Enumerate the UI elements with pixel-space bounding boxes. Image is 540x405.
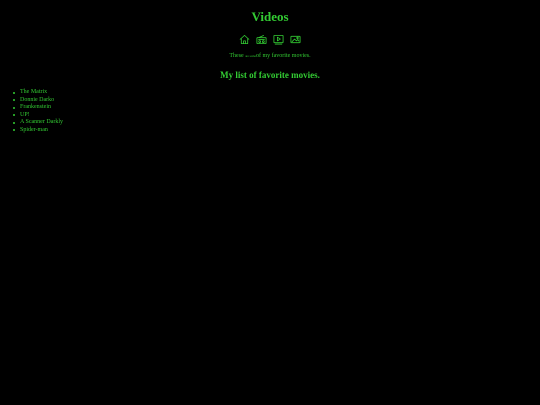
radio-link[interactable]	[256, 34, 267, 45]
radio-icon	[256, 34, 267, 44]
list-item: Donnie Darko	[13, 97, 63, 105]
movie-list: The Matrix Donnie Darko Frankenstein UP!…	[13, 89, 63, 135]
home-icon	[239, 34, 250, 44]
list-item: Frankenstein	[13, 104, 63, 112]
video-icon	[273, 34, 284, 44]
intro-tiny-text: are some	[245, 54, 256, 58]
list-item: A Scanner Darkly	[13, 119, 63, 125]
intro-after: of my favorite movies.	[255, 53, 311, 59]
intro-text: These are someof my favorite movies.	[0, 52, 540, 60]
list-item: Spider-man	[13, 127, 63, 135]
icon-nav-bar	[0, 33, 540, 45]
list-heading: My list of favorite movies.	[220, 70, 320, 80]
photo-link[interactable]	[290, 34, 301, 45]
home-link[interactable]	[239, 34, 250, 45]
list-item: UP!	[13, 112, 63, 120]
page-title: Videos	[251, 9, 289, 24]
video-link[interactable]	[273, 34, 284, 45]
list-item: The Matrix	[13, 89, 63, 97]
intro-before: These	[229, 53, 244, 59]
photo-icon	[290, 35, 301, 43]
